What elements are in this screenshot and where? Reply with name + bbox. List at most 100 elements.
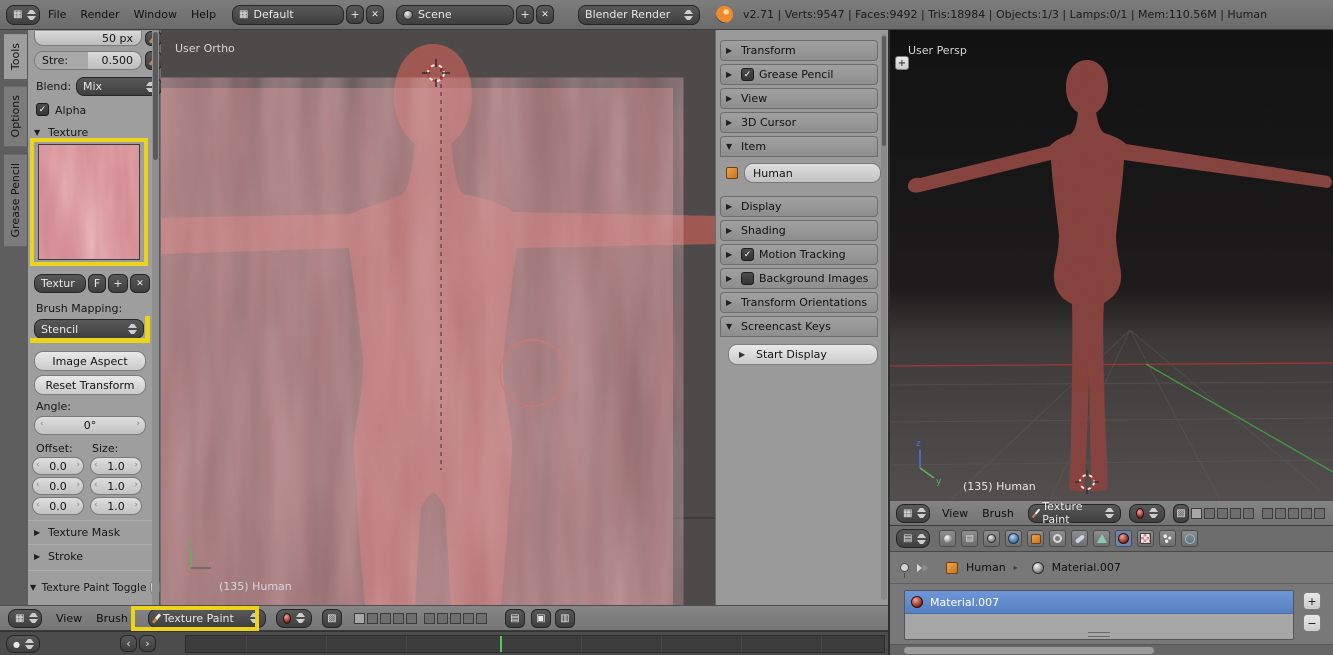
viewport-shading-dropdown[interactable] bbox=[1129, 504, 1165, 523]
tab-physics-icon[interactable] bbox=[1181, 530, 1198, 547]
size-x-field[interactable]: ‹1.0› bbox=[90, 457, 142, 475]
texture-mask-panel-header[interactable]: ▶ Texture Mask bbox=[34, 526, 120, 539]
timeline-track[interactable] bbox=[185, 635, 885, 653]
motion-tracking-checkbox[interactable]: ✓ bbox=[741, 248, 754, 261]
image-aspect-button[interactable]: Image Aspect bbox=[34, 351, 146, 371]
layer-toggle[interactable] bbox=[1217, 508, 1228, 519]
layer-toggle[interactable] bbox=[393, 613, 404, 624]
tool-shelf-scrollbar[interactable] bbox=[152, 30, 159, 605]
panel-screencast-keys[interactable]: ▼Screencast Keys bbox=[720, 316, 878, 337]
delete-layout-button[interactable]: ✕ bbox=[366, 5, 384, 24]
size-z-field[interactable]: ‹1.0› bbox=[90, 497, 142, 515]
tab-options[interactable]: Options bbox=[4, 85, 28, 147]
add-scene-button[interactable]: + bbox=[516, 5, 534, 24]
properties-scrollbar[interactable] bbox=[890, 644, 1333, 655]
panel-3d-cursor[interactable]: ▶3D Cursor bbox=[720, 112, 878, 133]
panel-background-images[interactable]: ▶✓Background Images bbox=[720, 268, 878, 289]
radius-slider[interactable]: 50 px bbox=[34, 31, 142, 46]
layer-toggle[interactable] bbox=[1243, 508, 1254, 519]
view-menu[interactable]: View bbox=[50, 612, 88, 625]
tab-texture-icon[interactable] bbox=[1137, 530, 1154, 547]
scrollbar-thumb[interactable] bbox=[882, 36, 886, 146]
panel-view[interactable]: ▶View bbox=[720, 88, 878, 109]
panel-transform[interactable]: ▶Transform bbox=[720, 40, 878, 61]
tab-scene-icon[interactable] bbox=[983, 530, 1000, 547]
remove-material-slot-button[interactable]: − bbox=[1303, 614, 1321, 632]
panel-grease-pencil[interactable]: ▶✓Grease Pencil bbox=[720, 64, 878, 85]
info-editor-type-icon[interactable]: ▦ bbox=[6, 5, 40, 25]
chevron-right-icon[interactable]: › bbox=[134, 480, 138, 490]
properties-editor-type-icon[interactable]: ▤ bbox=[896, 529, 930, 548]
timeline-editor-type-icon[interactable]: ● bbox=[6, 635, 40, 653]
open-toolshelf-plus-button[interactable]: + bbox=[895, 56, 909, 70]
brush-menu[interactable]: Brush bbox=[976, 507, 1020, 520]
playhead[interactable] bbox=[500, 636, 502, 652]
menu-file[interactable]: File bbox=[42, 8, 72, 21]
brush-menu[interactable]: Brush bbox=[90, 612, 134, 625]
layers-widget[interactable] bbox=[1191, 508, 1327, 519]
node-arrows-icon[interactable] bbox=[917, 564, 928, 572]
offset-y-field[interactable]: ‹0.0› bbox=[32, 477, 84, 495]
chevron-right-icon[interactable]: › bbox=[134, 500, 138, 510]
scrollbar-thumb[interactable] bbox=[904, 647, 1154, 654]
chevron-right-icon[interactable]: › bbox=[134, 460, 138, 470]
chevron-right-icon[interactable]: › bbox=[76, 460, 80, 470]
size-y-field[interactable]: ‹1.0› bbox=[90, 477, 142, 495]
layer-toggle[interactable] bbox=[406, 613, 417, 624]
breadcrumb-material[interactable]: Material.007 bbox=[1052, 561, 1121, 574]
texture-paint-toggle-panel-header[interactable]: ▼ Texture Paint Toggle bbox=[30, 580, 160, 595]
layer-toggle[interactable] bbox=[437, 613, 448, 624]
chevron-left-icon[interactable]: ‹ bbox=[40, 419, 44, 429]
viewport-shading-dropdown[interactable] bbox=[276, 609, 312, 628]
panel-motion-tracking[interactable]: ▶✓Motion Tracking bbox=[720, 244, 878, 265]
render-engine-selector[interactable]: Blender Render bbox=[578, 5, 700, 25]
chevron-left-icon[interactable]: ‹ bbox=[94, 500, 98, 510]
chevron-right-icon[interactable]: › bbox=[76, 500, 80, 510]
snap-button[interactable]: ▤ bbox=[505, 609, 525, 628]
frame-back-button[interactable]: ‹ bbox=[120, 635, 137, 652]
render-opengl-anim-button[interactable]: ▥ bbox=[555, 609, 575, 628]
texture-panel-header[interactable]: ▼ Texture bbox=[34, 126, 88, 139]
tab-material-icon[interactable] bbox=[1115, 530, 1132, 547]
viewport-editor-type-icon[interactable]: ▦ bbox=[8, 609, 42, 628]
chevron-left-icon[interactable]: ‹ bbox=[94, 480, 98, 490]
tab-object-data-icon[interactable] bbox=[1093, 530, 1110, 547]
scrollbar-thumb[interactable] bbox=[153, 32, 158, 160]
offset-z-field[interactable]: ‹0.0› bbox=[32, 497, 84, 515]
angle-field[interactable]: ‹ 0° › bbox=[34, 416, 146, 435]
layer-toggle[interactable] bbox=[367, 613, 378, 624]
menu-help[interactable]: Help bbox=[185, 8, 222, 21]
screen-layout-selector[interactable]: ▦ Default bbox=[232, 5, 344, 25]
layers-widget[interactable] bbox=[354, 613, 489, 624]
chevron-left-icon[interactable]: ‹ bbox=[36, 500, 40, 510]
add-layout-button[interactable]: + bbox=[346, 5, 364, 24]
menu-window[interactable]: Window bbox=[128, 8, 183, 21]
brush-mapping-dropdown[interactable]: Stencil bbox=[34, 319, 144, 339]
viewport-editor-type-icon[interactable]: ▦ bbox=[896, 504, 930, 523]
layer-toggle[interactable] bbox=[354, 613, 365, 624]
render-opengl-button[interactable]: ▣ bbox=[531, 609, 551, 628]
grease-pencil-checkbox[interactable]: ✓ bbox=[741, 68, 754, 81]
n-panel-scrollbar[interactable] bbox=[881, 34, 887, 600]
panel-display[interactable]: ▶Display bbox=[720, 196, 878, 217]
tab-render-icon[interactable] bbox=[939, 530, 956, 547]
layer-toggle[interactable] bbox=[424, 613, 435, 624]
scene-selector[interactable]: Scene bbox=[396, 5, 514, 25]
menu-render[interactable]: Render bbox=[74, 8, 125, 21]
start-display-button[interactable]: ▶ Start Display bbox=[728, 344, 878, 365]
layer-toggle[interactable] bbox=[380, 613, 391, 624]
tab-world-icon[interactable] bbox=[1005, 530, 1022, 547]
pivot-button[interactable]: ▨ bbox=[322, 609, 342, 628]
texture-datablock-field[interactable]: Textur bbox=[34, 274, 86, 293]
unlink-texture-button[interactable]: ✕ bbox=[130, 274, 150, 293]
chevron-left-icon[interactable]: ‹ bbox=[36, 480, 40, 490]
chevron-right-icon[interactable]: › bbox=[76, 480, 80, 490]
layer-toggle[interactable] bbox=[450, 613, 461, 624]
chevron-left-icon[interactable]: ‹ bbox=[94, 460, 98, 470]
tab-object-icon[interactable] bbox=[1027, 530, 1044, 547]
stroke-panel-header[interactable]: ▶ Stroke bbox=[34, 550, 83, 563]
layer-toggle[interactable] bbox=[1275, 508, 1286, 519]
object-name-field[interactable]: Human bbox=[744, 163, 881, 183]
3d-viewport-persp[interactable]: z y User Persp (135) Human bbox=[890, 30, 1333, 500]
panel-transform-orientations[interactable]: ▶Transform Orientations bbox=[720, 292, 878, 313]
